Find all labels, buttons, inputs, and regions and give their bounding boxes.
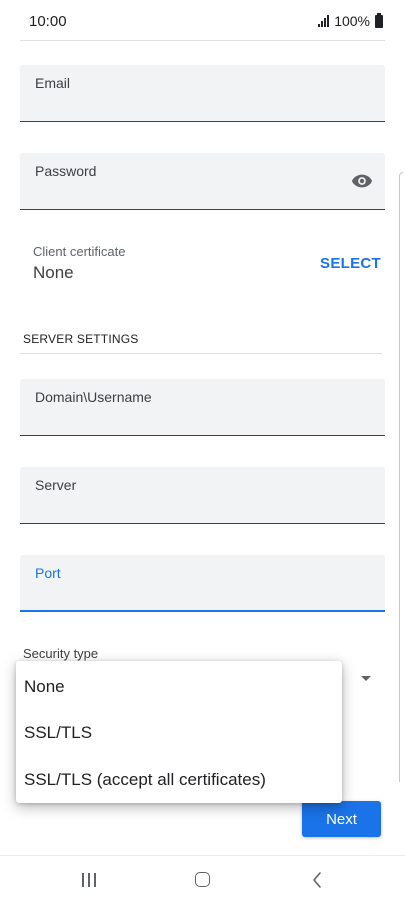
- next-button[interactable]: Next: [302, 801, 381, 837]
- server-settings-header: SERVER SETTINGS: [23, 332, 139, 346]
- password-field[interactable]: Password: [20, 153, 385, 210]
- signal-icon: [318, 15, 330, 27]
- security-type-label: Security type: [23, 646, 99, 661]
- select-certificate-button[interactable]: SELECT: [320, 255, 381, 272]
- server-field[interactable]: Server: [20, 467, 385, 524]
- email-label: Email: [35, 75, 71, 91]
- top-divider: [20, 40, 385, 41]
- battery-icon: [375, 12, 383, 28]
- client-certificate-value: None: [33, 263, 74, 282]
- option-none[interactable]: None: [24, 677, 65, 697]
- client-certificate-label: Client certificate: [33, 244, 126, 259]
- email-field[interactable]: Email: [20, 65, 385, 122]
- option-ssl-tls-accept-all[interactable]: SSL/TLS (accept all certificates): [24, 770, 266, 790]
- dropdown-arrow-icon[interactable]: [361, 676, 371, 681]
- navigation-bar: [0, 855, 405, 902]
- domain-username-label: Domain\Username: [35, 389, 152, 405]
- domain-username-field[interactable]: Domain\Username: [20, 379, 385, 436]
- password-label: Password: [35, 163, 97, 179]
- port-field[interactable]: Port: [20, 555, 385, 612]
- status-time: 10:00: [29, 13, 67, 30]
- port-label: Port: [35, 565, 61, 581]
- server-label: Server: [35, 477, 77, 493]
- battery-percent: 100%: [334, 13, 370, 29]
- home-icon[interactable]: [195, 872, 210, 887]
- section-divider: [20, 353, 382, 354]
- eye-icon[interactable]: [351, 173, 373, 189]
- security-type-popup: None SSL/TLS SSL/TLS (accept all certifi…: [16, 661, 342, 803]
- status-indicators: 100%: [318, 12, 383, 29]
- status-bar: 10:00 100%: [0, 0, 405, 34]
- scrollbar[interactable]: [399, 172, 403, 782]
- back-icon[interactable]: [310, 871, 326, 889]
- option-ssl-tls[interactable]: SSL/TLS: [24, 723, 92, 743]
- recents-icon[interactable]: [82, 873, 96, 887]
